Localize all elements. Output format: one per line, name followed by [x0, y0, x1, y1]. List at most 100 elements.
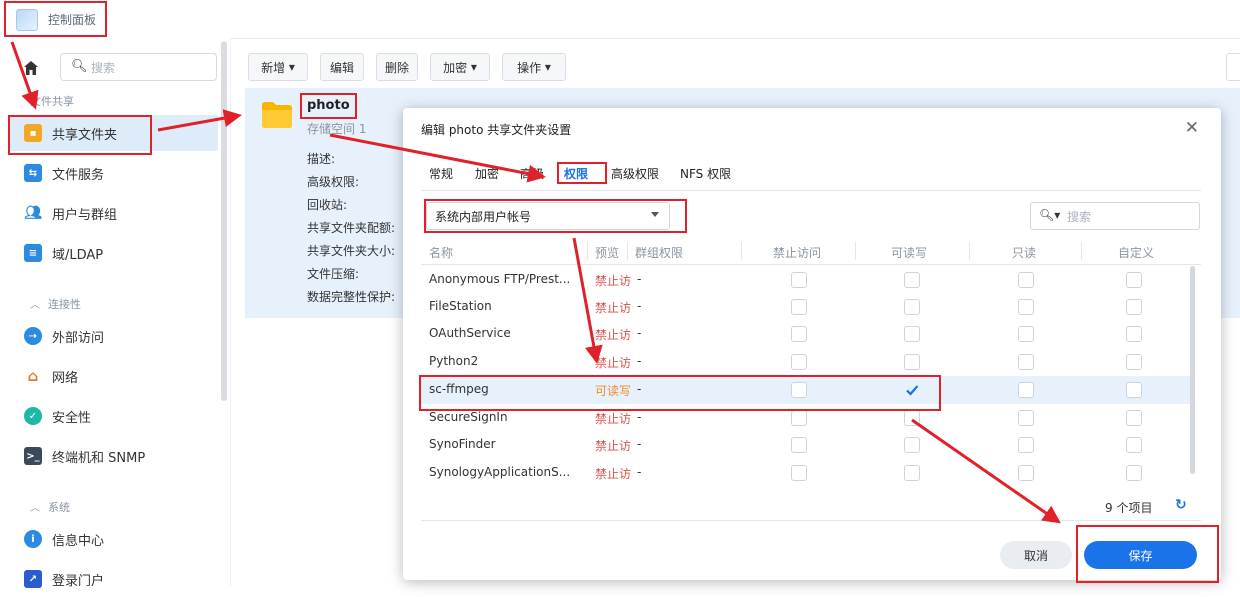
close-icon[interactable]: ✕ [1185, 118, 1199, 138]
file-services-icon: ⇆ [24, 164, 42, 182]
read-only-checkbox[interactable] [1018, 437, 1034, 453]
custom-checkbox[interactable] [1126, 326, 1142, 342]
col-preview[interactable]: 预览 [595, 244, 619, 261]
tab-permissions[interactable]: 权限 [564, 165, 588, 182]
tab-advanced[interactable]: 高级 [520, 165, 544, 182]
read-only-checkbox[interactable] [1018, 354, 1034, 370]
row-preview: 禁止访 [595, 412, 632, 426]
sidebar-item-terminal-snmp[interactable]: >_ 终端机和 SNMP [10, 438, 218, 474]
sidebar-item-login-portal[interactable]: ↗ 登录门户 [10, 561, 218, 597]
row-preview: 禁止访 [595, 328, 632, 342]
deny-checkbox[interactable] [791, 354, 807, 370]
tab-encryption[interactable]: 加密 [475, 165, 499, 182]
sidebar-item-external-access[interactable]: ⇢ 外部访问 [10, 318, 218, 354]
read-only-checkbox[interactable] [1018, 299, 1034, 315]
read-write-checkbox[interactable] [904, 272, 920, 288]
sidebar-scrollbar[interactable] [221, 41, 227, 401]
search-placeholder: 搜索 [91, 61, 116, 75]
tab-divider [421, 190, 1201, 191]
table-row[interactable]: Python2 禁止访 - [421, 348, 1191, 376]
deny-checkbox[interactable] [791, 465, 807, 481]
deny-checkbox[interactable] [791, 326, 807, 342]
encrypt-button[interactable]: 加密 ▾ [430, 53, 490, 81]
read-write-checkbox[interactable] [904, 465, 920, 481]
table-row[interactable]: Anonymous FTP/Prest... 禁止访 - [421, 266, 1191, 294]
table-row[interactable]: SecureSignIn 禁止访 - [421, 404, 1191, 432]
col-custom[interactable]: 自定义 [1118, 244, 1154, 261]
dialog-search-input[interactable]: 🔍︎▾ 搜索 [1030, 202, 1200, 230]
sidebar-item-shared-folder[interactable]: ▪ 共享文件夹 [10, 115, 218, 151]
deny-checkbox[interactable] [791, 272, 807, 288]
custom-checkbox[interactable] [1126, 382, 1142, 398]
sidebar-item-label: 终端机和 SNMP [52, 450, 146, 466]
custom-checkbox[interactable] [1126, 354, 1142, 370]
deny-checkbox[interactable] [791, 382, 807, 398]
action-label: 操作 [517, 60, 542, 75]
table-row[interactable]: SynoFinder 禁止访 - [421, 431, 1191, 459]
read-only-checkbox[interactable] [1018, 465, 1034, 481]
read-write-checkbox[interactable] [904, 354, 920, 370]
save-button[interactable]: 保存 [1084, 541, 1197, 569]
table-row-selected[interactable]: sc-ffmpeg 可读写 - [421, 376, 1191, 404]
new-label: 新增 [261, 60, 286, 75]
read-only-checkbox[interactable] [1018, 382, 1034, 398]
top-bar: 控制面板 [0, 0, 1240, 39]
folder-prop: 数据完整性保护: [307, 290, 396, 304]
sidebar-item-info-center[interactable]: i 信息中心 [10, 521, 218, 557]
user-type-dropdown[interactable]: 系统内部用户帐号 [426, 202, 670, 230]
col-read-only[interactable]: 只读 [1012, 244, 1036, 261]
read-only-checkbox[interactable] [1018, 326, 1034, 342]
custom-checkbox[interactable] [1126, 465, 1142, 481]
read-only-checkbox[interactable] [1018, 410, 1034, 426]
checkmark-icon [906, 385, 919, 396]
col-read-write[interactable]: 可读写 [891, 244, 927, 261]
deny-checkbox[interactable] [791, 299, 807, 315]
permissions-table-header: 名称 预览 群组权限 禁止访问 可读写 只读 自定义 [421, 238, 1201, 265]
custom-checkbox[interactable] [1126, 299, 1142, 315]
col-name[interactable]: 名称 [429, 244, 453, 261]
table-scrollbar[interactable] [1190, 266, 1195, 474]
action-button[interactable]: 操作 ▾ [502, 53, 566, 81]
search-icon: 🔍︎ [71, 59, 88, 74]
user-type-value: 系统内部用户帐号 [435, 210, 532, 224]
sidebar-item-network[interactable]: ⌂ 网络 [10, 358, 218, 394]
table-row[interactable]: FileStation 禁止访 - [421, 293, 1191, 321]
custom-checkbox[interactable] [1126, 437, 1142, 453]
sidebar-item-label: 信息中心 [52, 533, 105, 549]
sidebar-search-input[interactable]: 🔍︎ 搜索 [60, 53, 217, 81]
chevron-up-icon: ︿ [30, 300, 40, 311]
read-write-checkbox[interactable] [904, 299, 920, 315]
custom-checkbox[interactable] [1126, 272, 1142, 288]
deny-checkbox[interactable] [791, 410, 807, 426]
sidebar-item-file-services[interactable]: ⇆ 文件服务 [10, 155, 218, 191]
read-write-checkbox[interactable] [904, 410, 920, 426]
table-row[interactable]: SynologyApplicationS... 禁止访 - [421, 459, 1191, 487]
sidebar-item-security[interactable]: ✓ 安全性 [10, 398, 218, 434]
delete-button[interactable]: 删除 [376, 53, 418, 81]
tab-nfs-permissions[interactable]: NFS 权限 [680, 165, 731, 182]
sidebar-item-domain-ldap[interactable]: ≡ 域/LDAP [10, 235, 218, 271]
table-row[interactable]: OAuthService 禁止访 - [421, 320, 1191, 348]
row-group: - [637, 382, 642, 396]
chevron-up-icon: ︿ [30, 503, 40, 514]
custom-checkbox[interactable] [1126, 410, 1142, 426]
read-write-checkbox[interactable] [904, 326, 920, 342]
edit-button[interactable]: 编辑 [320, 53, 364, 81]
section-connectivity[interactable]: ︿ 连接性 [30, 296, 81, 312]
read-write-checkbox[interactable] [904, 382, 920, 398]
refresh-icon[interactable]: ↻ [1175, 497, 1187, 513]
col-group-permission[interactable]: 群组权限 [635, 244, 683, 261]
read-only-checkbox[interactable] [1018, 272, 1034, 288]
new-button[interactable]: 新增 ▾ [248, 53, 308, 81]
deny-checkbox[interactable] [791, 437, 807, 453]
home-button[interactable] [16, 55, 46, 81]
tab-general[interactable]: 常规 [429, 165, 453, 182]
sidebar-item-users-groups[interactable]: 👥︎ 用户与群组 [10, 195, 218, 231]
read-write-checkbox[interactable] [904, 437, 920, 453]
col-deny[interactable]: 禁止访问 [773, 244, 821, 261]
section-system[interactable]: ︿ 系统 [30, 499, 70, 515]
external-access-icon: ⇢ [24, 327, 42, 345]
cancel-button[interactable]: 取消 [1000, 541, 1072, 569]
tab-advanced-permissions[interactable]: 高级权限 [611, 165, 659, 182]
view-toggle-button[interactable] [1226, 53, 1240, 81]
